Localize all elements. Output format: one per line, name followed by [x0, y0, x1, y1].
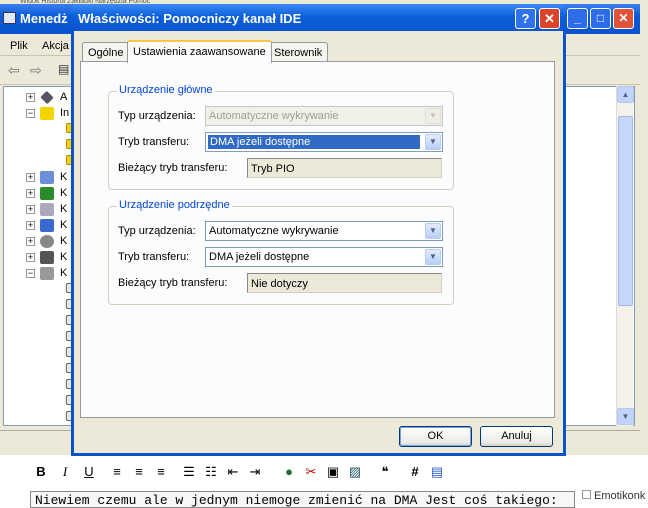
help-button[interactable]: ?	[515, 8, 536, 29]
menu-file[interactable]: Plik	[10, 40, 28, 52]
scroll-up-icon[interactable]: ▲	[617, 86, 634, 103]
dialog-titlebar: Właściwości: Pomocniczy kanał IDE	[71, 4, 566, 31]
italic-button[interactable]: I	[56, 463, 74, 481]
advanced-settings-panel: Urządzenie główne Typ urządzenia: Automa…	[80, 61, 555, 418]
primary-current-mode-value: Tryb PIO	[247, 158, 442, 178]
cancel-button[interactable]: Anuluj	[480, 426, 553, 447]
secondary-device-legend: Urządzenie podrzędne	[117, 199, 232, 211]
dialog-body: Ogólne Ustawienia zaawansowane Sterownik…	[74, 31, 563, 453]
quote-icon[interactable]: ❝	[376, 463, 394, 481]
editor-toolbar: B I U ≡ ≡ ≡ ☰ ☷ ⇤ ⇥ ● ✂ ▣ ▨ ❝ # ▤	[28, 461, 588, 483]
scroll-down-icon[interactable]: ▼	[617, 408, 634, 425]
chevron-down-icon[interactable]: ▼	[425, 223, 441, 239]
close-icon[interactable]: ✕	[613, 8, 634, 29]
secondary-transfer-mode-label: Tryb transferu:	[118, 251, 190, 263]
device-manager-title: Menedż	[20, 11, 68, 26]
secondary-current-mode-label: Bieżący tryb transferu:	[118, 277, 228, 289]
forward-arrow-icon[interactable]: ⇨	[30, 62, 42, 79]
link-icon[interactable]: ●	[280, 463, 298, 481]
bold-button[interactable]: B	[32, 463, 50, 481]
secondary-device-type-label: Typ urządzenia:	[118, 225, 196, 237]
secondary-current-mode-value: Nie dotyczy	[247, 273, 442, 293]
hash-icon[interactable]: #	[406, 463, 424, 481]
tab-general[interactable]: Ogólne	[82, 42, 130, 62]
secondary-device-group: Urządzenie podrzędne Typ urządzenia: Aut…	[108, 199, 454, 305]
tree-scrollbar[interactable]: ▲ ▼	[616, 86, 634, 426]
ide-properties-dialog: Właściwości: Pomocniczy kanał IDE ? ✕ Og…	[71, 4, 566, 456]
computer-icon	[3, 12, 16, 24]
primary-device-legend: Urządzenie główne	[117, 84, 215, 96]
image-icon[interactable]: ▨	[346, 463, 364, 481]
properties-icon[interactable]: ▤	[58, 62, 69, 76]
back-arrow-icon[interactable]: ⇦	[8, 62, 20, 79]
minimize-icon[interactable]: _	[567, 8, 588, 29]
menu-action[interactable]: Akcja	[42, 40, 69, 52]
forum-editor: B I U ≡ ≡ ≡ ☰ ☷ ⇤ ⇥ ● ✂ ▣ ▨ ❝ # ▤ Niewie…	[0, 455, 648, 508]
maximize-icon[interactable]: □	[590, 8, 611, 29]
scroll-thumb[interactable]	[618, 116, 633, 306]
post-text[interactable]: Niewiem czemu ale w jednym niemoge zmien…	[30, 491, 575, 508]
dialog-title: Właściwości: Pomocniczy kanał IDE	[78, 11, 302, 26]
primary-device-type-label: Typ urządzenia:	[118, 110, 196, 122]
align-center-icon[interactable]: ≡	[130, 463, 148, 481]
align-left-icon[interactable]: ≡	[108, 463, 126, 481]
code-icon[interactable]: ▤	[428, 463, 446, 481]
chevron-down-icon: ▼	[425, 108, 441, 124]
primary-device-group: Urządzenie główne Typ urządzenia: Automa…	[108, 84, 454, 190]
tab-advanced-settings[interactable]: Ustawienia zaawansowane	[127, 40, 272, 63]
align-right-icon[interactable]: ≡	[152, 463, 170, 481]
unlink-icon[interactable]: ✂	[302, 463, 320, 481]
chevron-down-icon[interactable]: ▼	[425, 249, 441, 265]
list-icon[interactable]: ☰	[180, 463, 198, 481]
primary-current-mode-label: Bieżący tryb transferu:	[118, 162, 228, 174]
indent-icon[interactable]: ⇥	[246, 463, 264, 481]
primary-transfer-mode-label: Tryb transferu:	[118, 136, 190, 148]
primary-transfer-mode-select[interactable]: DMA jeżeli dostępne ▼	[205, 132, 443, 152]
outdent-icon[interactable]: ⇤	[224, 463, 242, 481]
secondary-device-type-select[interactable]: Automatyczne wykrywanie ▼	[205, 221, 443, 241]
secondary-transfer-mode-select[interactable]: DMA jeżeli dostępne ▼	[205, 247, 443, 267]
numbered-list-icon[interactable]: ☷	[202, 463, 220, 481]
ok-button[interactable]: OK	[399, 426, 472, 447]
chevron-down-icon[interactable]: ▼	[425, 134, 441, 150]
emoticons-toggle[interactable]: Emotikonk	[582, 490, 645, 502]
dialog-close-button[interactable]: ✕	[539, 8, 560, 29]
primary-device-type-select: Automatyczne wykrywanie ▼	[205, 106, 443, 126]
document-icon[interactable]: ▣	[324, 463, 342, 481]
underline-button[interactable]: U	[80, 463, 98, 481]
tab-driver[interactable]: Sterownik	[268, 42, 329, 62]
